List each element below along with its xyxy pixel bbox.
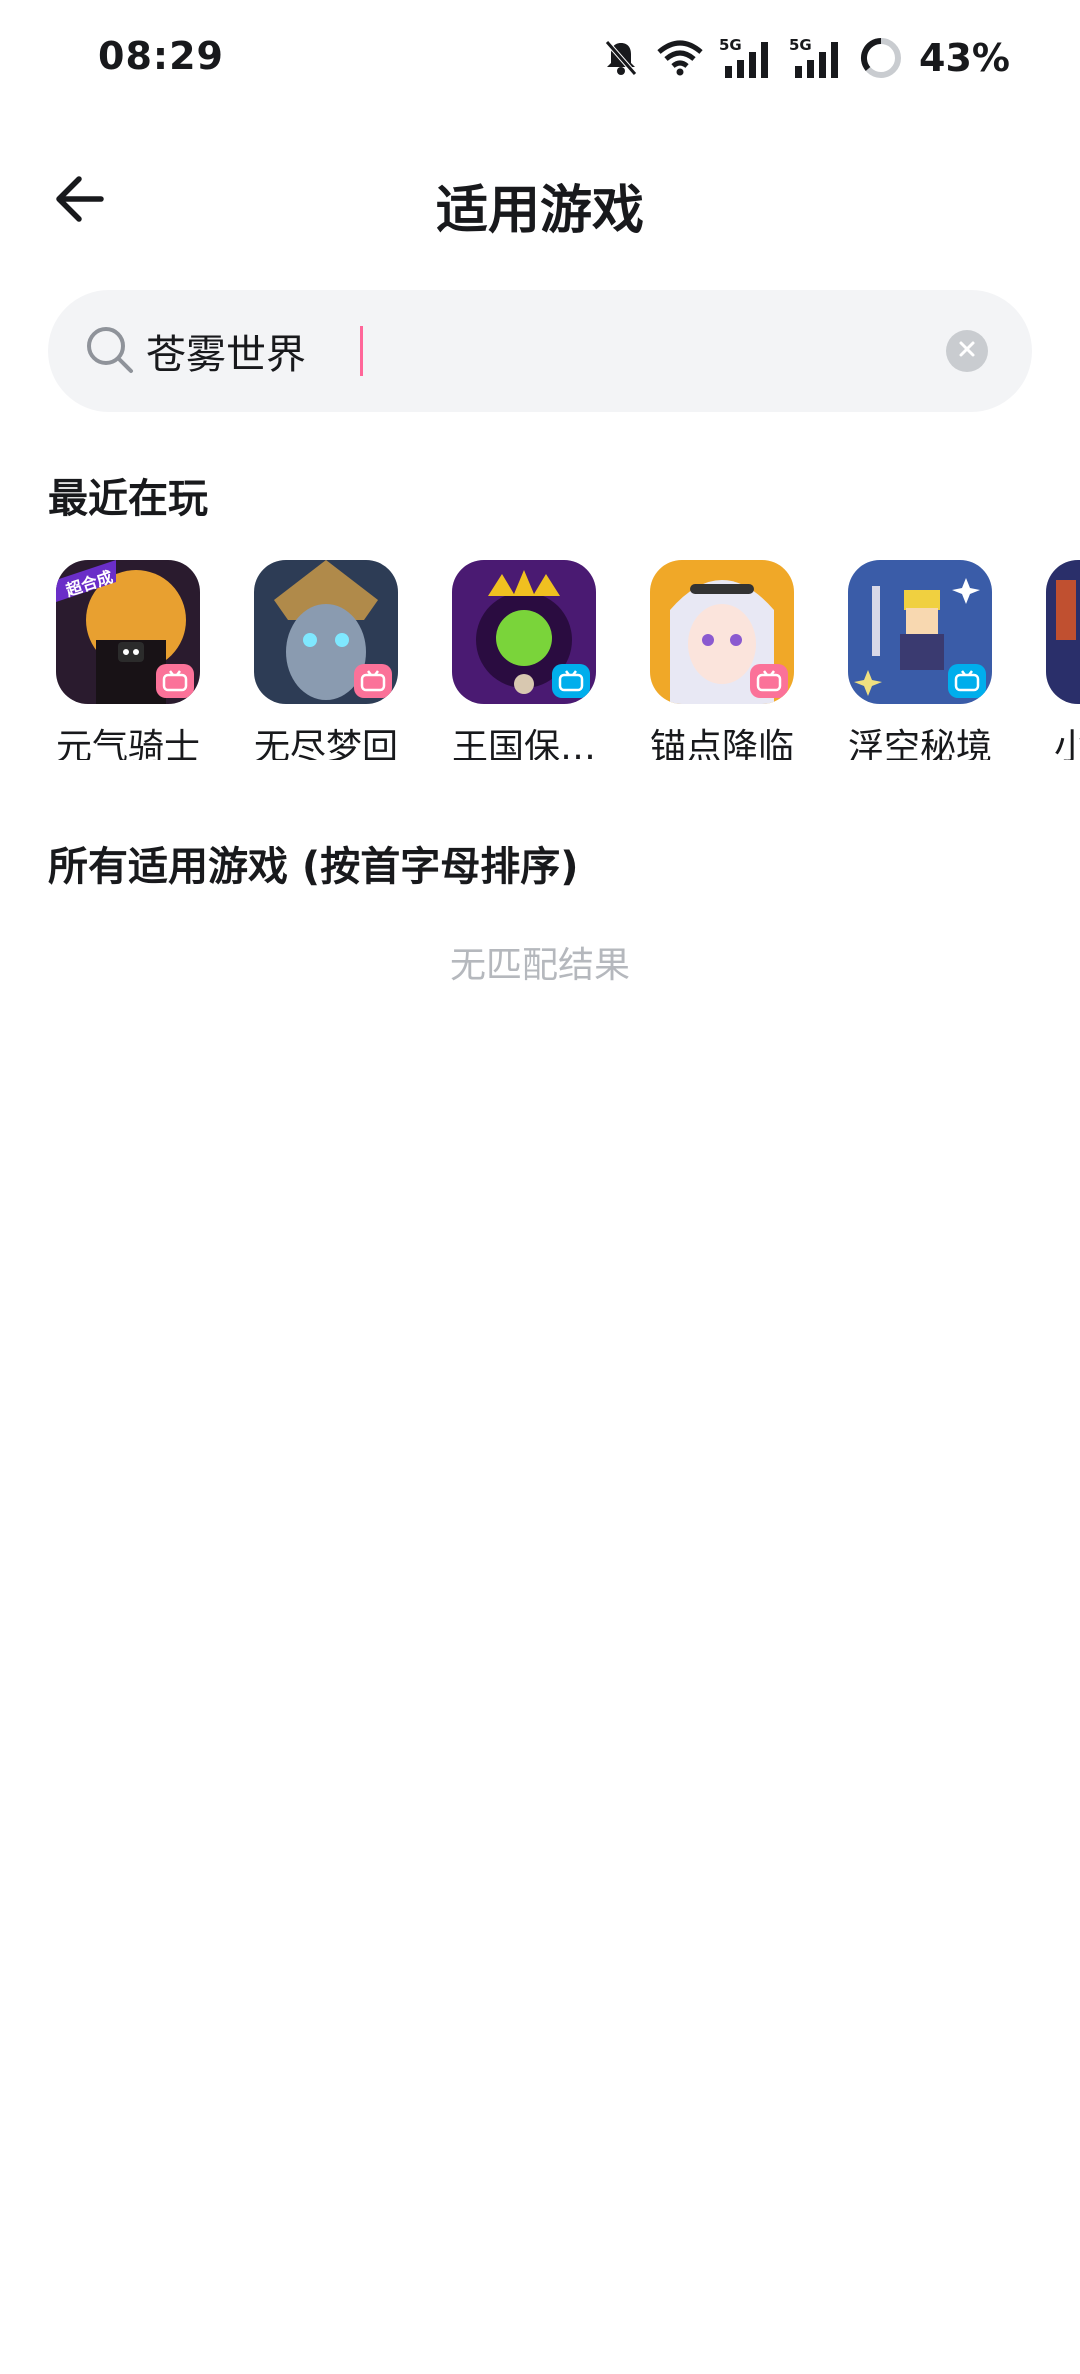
- status-time: 08:29: [98, 34, 224, 78]
- recent-section-title: 最近在玩: [48, 476, 208, 522]
- svg-text:5G: 5G: [719, 36, 742, 54]
- status-icons: 5G 5G 43%: [601, 34, 1010, 82]
- wifi-icon: [655, 38, 705, 78]
- game-name: 无尽梦回: [253, 727, 398, 760]
- game-item[interactable]: 锚点降临: [632, 560, 812, 760]
- recent-games-list[interactable]: 超合成 元气骑士 无尽梦回 王国保… 锚点降临 浮空秘境 小: [0, 560, 1080, 760]
- top-nav: 适用游戏: [0, 150, 1080, 250]
- 5g-signal-icon: 5G: [719, 36, 775, 80]
- empty-result-text: 无匹配结果: [449, 945, 630, 986]
- game-icon: [254, 560, 398, 704]
- bilibili-badge-icon: [750, 664, 788, 698]
- game-icon: [1046, 560, 1080, 704]
- game-item[interactable]: 超合成 元气骑士: [38, 560, 218, 760]
- game-icon: 超合成: [56, 560, 200, 704]
- 5g-signal-icon: 5G: [789, 36, 845, 80]
- game-item[interactable]: 无尽梦回: [236, 560, 416, 760]
- bilibili-badge-icon: [354, 664, 392, 698]
- game-icon: [650, 560, 794, 704]
- game-icon: [452, 560, 596, 704]
- game-name: 小: [1054, 727, 1080, 760]
- game-item[interactable]: 浮空秘境: [830, 560, 1010, 760]
- game-icon: [848, 560, 992, 704]
- search-bar[interactable]: [48, 290, 1032, 412]
- text-cursor: [360, 326, 363, 376]
- search-input[interactable]: [146, 320, 926, 382]
- game-name: 浮空秘境: [847, 727, 992, 760]
- battery-percent: 43%: [919, 36, 1010, 80]
- bilibili-badge-icon: [948, 664, 986, 698]
- battery-ring-icon: [859, 36, 903, 80]
- clear-search-button[interactable]: [946, 330, 988, 372]
- game-item[interactable]: 小: [1028, 560, 1080, 760]
- game-name: 元气骑士: [55, 727, 200, 760]
- all-games-section-title: 所有适用游戏 (按首字母排序): [48, 844, 579, 890]
- close-icon: [956, 338, 978, 364]
- page-title: 适用游戏: [435, 181, 644, 241]
- mute-bell-icon: [601, 38, 641, 78]
- bilibili-badge-icon: [156, 664, 194, 698]
- search-icon: [84, 324, 136, 380]
- game-name: 王国保…: [451, 727, 596, 760]
- game-name: 锚点降临: [649, 727, 794, 760]
- game-item[interactable]: 王国保…: [434, 560, 614, 760]
- bilibili-badge-icon: [552, 664, 590, 698]
- status-bar: 08:29 5G 5G 43%: [0, 0, 1080, 120]
- svg-text:5G: 5G: [789, 36, 812, 54]
